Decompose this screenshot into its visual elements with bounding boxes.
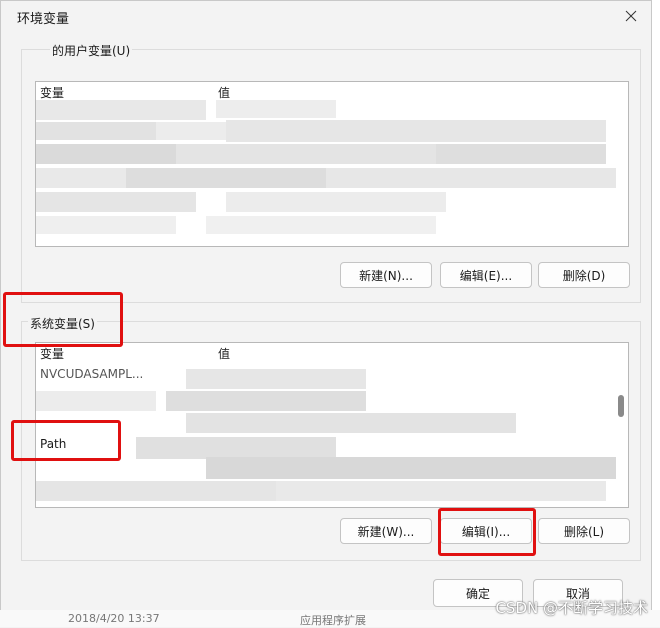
scrollbar-thumb[interactable] [618,395,624,417]
close-icon [625,10,637,22]
watermark: CSDN @不断学习技术 [495,599,648,617]
variable-name: NVCUDASAMPL... [40,367,144,381]
environment-variables-dialog: 环境变量 的用户变量(U) 变量 值 新建(N)... 编辑(E)... 删除(… [0,0,652,622]
background-type: 应用程序扩展 [300,614,366,627]
close-button[interactable] [619,6,643,26]
list-item-path[interactable]: Path [36,435,628,455]
system-variables-group: 系统变量(S) 变量 值 NVCUDASAMPL... Path 新建(W)..… [21,315,641,561]
user-delete-button[interactable]: 删除(D) [538,262,630,288]
background-date: 2018/4/20 13:37 [68,612,160,625]
blurred-content [36,100,616,234]
system-variables-list[interactable]: 变量 值 NVCUDASAMPL... Path [35,342,629,508]
user-variables-group: 的用户变量(U) 变量 值 新建(N)... 编辑(E)... 删除(D) [21,42,641,303]
user-edit-button[interactable]: 编辑(E)... [440,262,532,288]
list-item[interactable]: NVCUDASAMPL... [36,365,628,385]
title-bar: 环境变量 [1,1,651,31]
user-new-button[interactable]: 新建(N)... [340,262,432,288]
system-new-button[interactable]: 新建(W)... [340,518,432,544]
variable-name: Path [40,437,67,451]
system-edit-button[interactable]: 编辑(I)... [440,518,532,544]
user-variables-list[interactable]: 变量 值 [35,81,629,247]
dialog-title: 环境变量 [17,12,70,27]
system-variables-label: 系统变量(S) [28,315,97,332]
system-delete-button[interactable]: 删除(L) [538,518,630,544]
background-window-edge [652,0,660,627]
user-variables-label: 的用户变量(U) [50,42,133,59]
